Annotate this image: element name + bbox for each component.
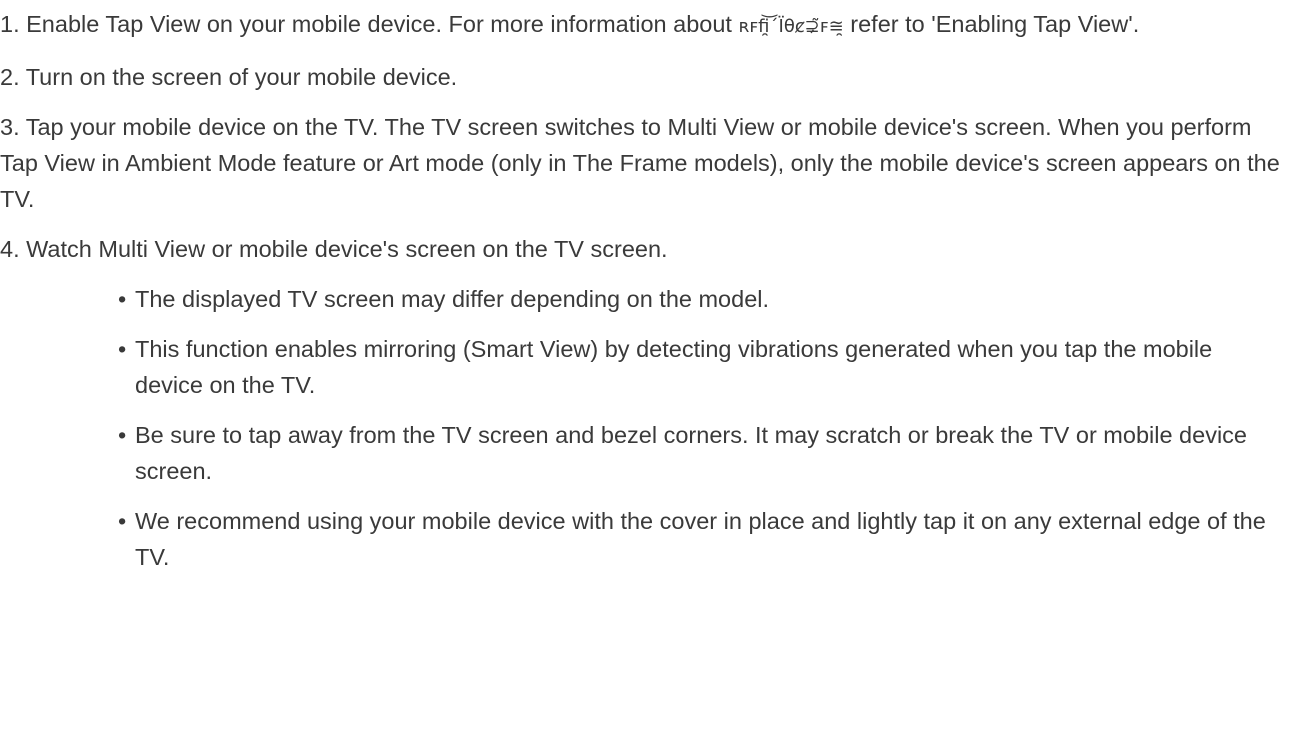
note-item: • Be sure to tap away from the TV screen… [0, 417, 1285, 489]
step-1-text-end: refer to 'Enabling Tap View'. [843, 11, 1140, 37]
note-text: The displayed TV screen may differ depen… [135, 286, 770, 312]
garbled-text: ʀꜰfi̯͝ˊÏθȼ⊋̃ꜰ≅̯ [738, 16, 844, 37]
document-body: 1. Enable Tap View on your mobile device… [0, 0, 1290, 575]
step-2: 2. Turn on the screen of your mobile dev… [0, 64, 458, 90]
bullet-icon: • [118, 336, 127, 362]
step-4: 4. Watch Multi View or mobile device's s… [0, 236, 668, 262]
note-item: • This function enables mirroring (Smart… [0, 331, 1285, 403]
step-1: 1. Enable Tap View on your mobile device… [0, 6, 1290, 45]
bullet-icon: • [118, 508, 127, 534]
notes-list: • The displayed TV screen may differ dep… [0, 281, 1290, 575]
step-3: 3. Tap your mobile device on the TV. The… [0, 114, 1280, 212]
note-item: • The displayed TV screen may differ dep… [0, 281, 1285, 317]
bullet-icon: • [118, 422, 127, 448]
note-text: This function enables mirroring (Smart V… [135, 336, 1213, 398]
note-text: We recommend using your mobile device wi… [135, 508, 1266, 570]
step-1-text: 1. Enable Tap View on your mobile device… [0, 11, 739, 37]
note-text: Be sure to tap away from the TV screen a… [135, 422, 1247, 484]
note-item: • We recommend using your mobile device … [0, 503, 1285, 575]
bullet-icon: • [118, 286, 127, 312]
